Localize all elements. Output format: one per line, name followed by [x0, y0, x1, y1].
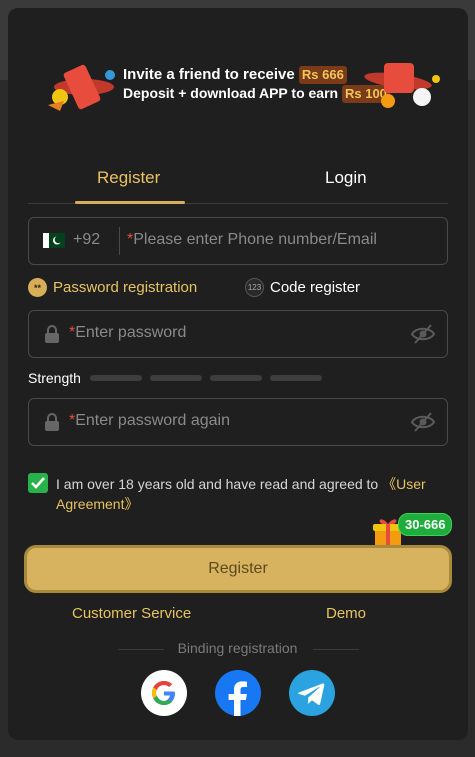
code-option-icon: 123 — [245, 278, 264, 297]
password-placeholder: Enter password — [75, 324, 187, 341]
google-login-button[interactable] — [141, 670, 187, 716]
confirm-password-placeholder: Enter password again — [75, 412, 230, 429]
lock-icon — [45, 413, 59, 431]
promo-badge: 30-666 — [398, 513, 453, 536]
google-icon — [152, 681, 175, 705]
strength-label: Strength — [28, 370, 81, 386]
eye-off-icon[interactable] — [411, 411, 435, 433]
code-option-label: Code register — [270, 279, 361, 296]
eye-off-icon[interactable] — [411, 323, 435, 345]
binding-registration-label: Binding registration — [177, 640, 298, 656]
phone-placeholder: Please enter Phone number/Email — [133, 231, 377, 248]
register-button[interactable]: Register — [24, 545, 452, 593]
confirm-password-field[interactable]: *Enter password again — [28, 398, 448, 446]
strength-bar — [210, 375, 262, 381]
telegram-icon — [298, 683, 325, 705]
phone-input[interactable]: *Please enter Phone number/Email — [127, 231, 377, 249]
strength-bar — [150, 375, 202, 381]
code-register-option[interactable]: 123 Code register — [245, 278, 360, 297]
customer-service-link[interactable]: Customer Service — [72, 605, 191, 622]
password-option-icon: ** — [28, 278, 47, 297]
banner-amount-1: Rs 666 — [298, 66, 347, 84]
facebook-login-button[interactable] — [215, 670, 261, 716]
pakistan-flag-icon[interactable] — [43, 233, 65, 248]
checkmark-icon — [31, 477, 45, 489]
tab-active-indicator — [75, 201, 185, 204]
strength-bar — [270, 375, 322, 381]
strength-bar — [90, 375, 142, 381]
telegram-login-button[interactable] — [289, 670, 335, 716]
demo-link[interactable]: Demo — [326, 605, 366, 622]
agreement-text: I am over 18 years old and have read and… — [56, 474, 446, 514]
tab-login[interactable]: Login — [325, 168, 367, 188]
tab-register[interactable]: Register — [97, 168, 160, 188]
facebook-icon — [228, 681, 247, 716]
plane-left-icon — [48, 64, 115, 111]
confirm-password-input[interactable]: *Enter password again — [69, 412, 230, 430]
agreement-label: I am over 18 years old and have read and… — [56, 476, 383, 492]
promo-banner[interactable]: Invite a friend to receive Rs 666 Deposi… — [30, 55, 450, 115]
country-code[interactable]: +92 — [73, 231, 100, 249]
password-field[interactable]: *Enter password — [28, 310, 448, 358]
password-option-label: Password registration — [53, 279, 198, 296]
banner-line1: Invite a friend to receive — [123, 66, 295, 83]
phone-field[interactable]: +92 *Please enter Phone number/Email — [28, 217, 448, 265]
field-divider — [119, 227, 120, 255]
banner-line2: Deposit + download APP to earn — [123, 85, 339, 101]
divider-line — [313, 649, 359, 650]
plane-right-icon — [364, 63, 440, 108]
agreement-checkbox[interactable] — [28, 473, 48, 493]
lock-icon — [45, 325, 59, 343]
password-input[interactable]: *Enter password — [69, 324, 186, 342]
password-registration-option[interactable]: ** Password registration — [28, 278, 197, 297]
